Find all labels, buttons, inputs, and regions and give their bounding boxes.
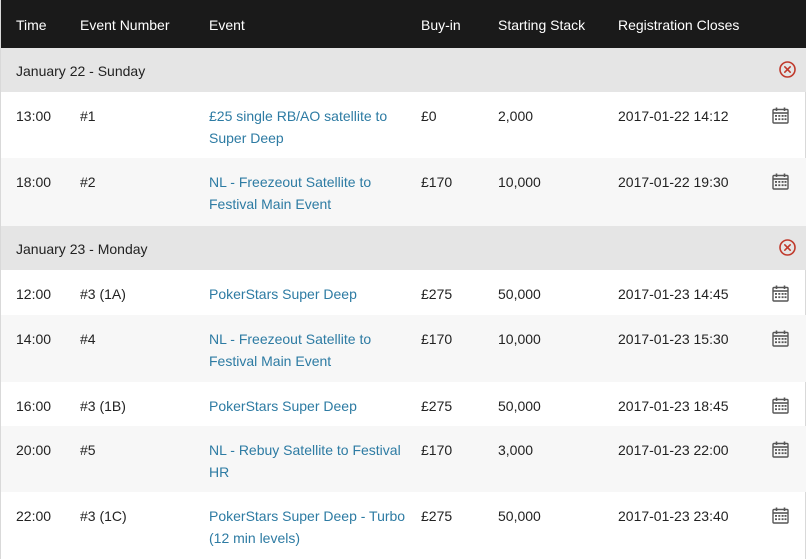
table-row: 13:00 #1 £25 single RB/AO satellite to S… — [1, 92, 806, 158]
event-name-link[interactable]: PokerStars Super Deep — [209, 283, 409, 305]
starting-stack-value: 10,000 — [498, 174, 541, 190]
close-circle-icon[interactable] — [779, 61, 796, 78]
calendar-icon[interactable] — [772, 330, 789, 347]
event-time: 18:00 — [16, 174, 52, 190]
event-time: 16:00 — [16, 398, 52, 414]
event-time: 20:00 — [16, 442, 52, 458]
starting-stack-value: 2,000 — [498, 108, 534, 124]
registration-closes-value: 2017-01-23 22:00 — [618, 442, 729, 458]
calendar-icon[interactable] — [772, 173, 789, 190]
calendar-icon[interactable] — [772, 285, 789, 302]
registration-closes-value: 2017-01-23 14:45 — [618, 286, 729, 302]
starting-stack-value: 50,000 — [498, 508, 541, 524]
event-time: 13:00 — [16, 108, 52, 124]
event-number: #2 — [80, 174, 96, 190]
date-group-title: January 23 - Monday — [16, 241, 148, 257]
event-time: 12:00 — [16, 286, 52, 302]
registration-closes-value: 2017-01-23 18:45 — [618, 398, 729, 414]
event-name-link[interactable]: £25 single RB/AO satellite to Super Deep — [209, 105, 409, 149]
buyin-value: £275 — [421, 398, 453, 414]
date-group-title: January 22 - Sunday — [16, 63, 146, 79]
calendar-icon[interactable] — [772, 397, 789, 414]
starting-stack-value: 50,000 — [498, 398, 541, 414]
table-row: 14:00 #4 NL - Freezeout Satellite to Fes… — [1, 315, 806, 382]
column-header-registration-closes[interactable]: Registration Closes — [618, 17, 739, 33]
buyin-value: £170 — [421, 442, 453, 458]
event-name-link[interactable]: NL - Rebuy Satellite to Festival HR — [209, 439, 409, 483]
calendar-icon[interactable] — [772, 507, 789, 524]
registration-closes-value: 2017-01-23 15:30 — [618, 331, 729, 347]
column-header-starting-stack[interactable]: Starting Stack — [498, 17, 585, 33]
table-row: 12:00 #3 (1A) PokerStars Super Deep £275… — [1, 270, 806, 315]
event-name-link[interactable]: PokerStars Super Deep — [209, 395, 409, 417]
buyin-value: £0 — [421, 108, 437, 124]
starting-stack-value: 10,000 — [498, 331, 541, 347]
event-time: 14:00 — [16, 331, 52, 347]
event-number: #3 (1C) — [80, 508, 127, 524]
registration-closes-value: 2017-01-22 14:12 — [618, 108, 729, 124]
table-header: Time Event Number Event Buy-in Starting … — [1, 0, 806, 48]
event-number: #4 — [80, 331, 96, 347]
table-row: 16:00 #3 (1B) PokerStars Super Deep £275… — [1, 382, 806, 426]
table-row: 18:00 #2 NL - Freezeout Satellite to Fes… — [1, 158, 806, 226]
registration-closes-value: 2017-01-23 23:40 — [618, 508, 729, 524]
event-number: #1 — [80, 108, 96, 124]
column-header-time[interactable]: Time — [16, 17, 47, 33]
table-row: 20:00 #5 NL - Rebuy Satellite to Festiva… — [1, 426, 806, 492]
buyin-value: £275 — [421, 508, 453, 524]
registration-closes-value: 2017-01-22 19:30 — [618, 174, 729, 190]
event-name-link[interactable]: NL - Freezeout Satellite to Festival Mai… — [209, 328, 409, 372]
event-time: 22:00 — [16, 508, 52, 524]
starting-stack-value: 3,000 — [498, 442, 534, 458]
table-row: 22:00 #3 (1C) PokerStars Super Deep - Tu… — [1, 492, 806, 559]
column-header-event-number[interactable]: Event Number — [80, 17, 169, 33]
event-number: #3 (1A) — [80, 286, 126, 302]
column-header-buyin[interactable]: Buy-in — [421, 17, 461, 33]
event-number: #3 (1B) — [80, 398, 126, 414]
column-header-event[interactable]: Event — [209, 17, 245, 33]
event-schedule-table: Time Event Number Event Buy-in Starting … — [0, 0, 806, 559]
close-circle-icon[interactable] — [779, 239, 796, 256]
calendar-icon[interactable] — [772, 107, 789, 124]
event-name-link[interactable]: PokerStars Super Deep - Turbo (12 min le… — [209, 505, 409, 549]
date-group-header: January 22 - Sunday — [1, 48, 806, 92]
buyin-value: £170 — [421, 174, 453, 190]
event-number: #5 — [80, 442, 96, 458]
event-name-link[interactable]: NL - Freezeout Satellite to Festival Mai… — [209, 171, 409, 215]
buyin-value: £275 — [421, 286, 453, 302]
calendar-icon[interactable] — [772, 441, 789, 458]
date-group-header: January 23 - Monday — [1, 226, 806, 270]
starting-stack-value: 50,000 — [498, 286, 541, 302]
buyin-value: £170 — [421, 331, 453, 347]
